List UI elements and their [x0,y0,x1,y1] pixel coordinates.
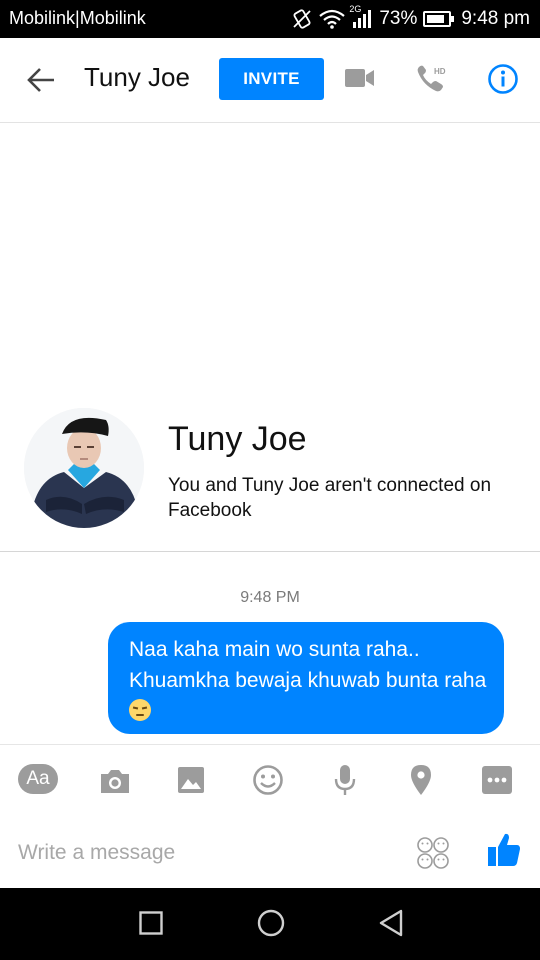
status-indicators: 2G 73% 9:48 pm [291,4,530,31]
contact-name[interactable]: Tuny Joe [84,62,190,93]
composer-divider [0,744,540,745]
info-icon[interactable] [487,63,519,95]
text-format-button[interactable]: Aa [18,764,58,794]
network-type: 2G [349,4,362,14]
nav-home-icon[interactable] [257,909,285,937]
battery-percent: 73% [379,8,418,29]
invite-button[interactable]: INVITE [219,58,324,100]
image-icon[interactable] [177,766,205,794]
svg-text:HD: HD [434,67,446,76]
message-input[interactable] [18,836,398,870]
stickers-icon[interactable] [416,836,450,870]
camera-icon[interactable] [99,768,131,794]
microphone-icon[interactable] [334,764,356,796]
status-bar: Mobilink|Mobilink 2G 73% 9:48 pm [0,0,540,38]
video-camera-icon[interactable] [345,68,375,88]
message-timestamp: 9:48 PM [240,589,300,606]
battery-icon [423,11,455,27]
signal-icon: 2G [349,4,373,30]
text-format-label: Aa [18,764,58,794]
more-options-icon[interactable] [482,766,512,794]
message-text: Naa kaha main wo sunta raha.. Khuamkha b… [129,638,487,692]
conversation-header: Tuny Joe INVITE HD [0,38,540,123]
location-pin-icon[interactable] [410,764,432,796]
back-arrow-icon[interactable] [26,66,56,94]
thumbs-up-icon[interactable] [487,832,521,868]
profile-name: Tuny Joe [168,420,307,458]
hd-phone-icon[interactable]: HD [416,64,448,94]
composer-toolbar: Aa [0,748,540,812]
contact-avatar[interactable] [24,408,144,528]
system-nav-bar [0,888,540,960]
nav-back-icon[interactable] [378,909,404,937]
vibrate-icon [293,9,311,29]
carrier-label: Mobilink|Mobilink [9,8,146,28]
wifi-icon [319,9,346,29]
sent-message-bubble[interactable]: Naa kaha main wo sunta raha.. Khuamkha b… [108,622,504,734]
smiley-icon[interactable] [252,764,284,796]
sleepy-face-icon [129,699,151,721]
profile-divider [0,551,540,552]
connection-status-text: You and Tuny Joe aren't connected on Fac… [168,475,492,521]
clock: 9:48 pm [461,8,530,29]
nav-recent-icon[interactable] [139,911,163,935]
avatar-image [24,408,144,528]
